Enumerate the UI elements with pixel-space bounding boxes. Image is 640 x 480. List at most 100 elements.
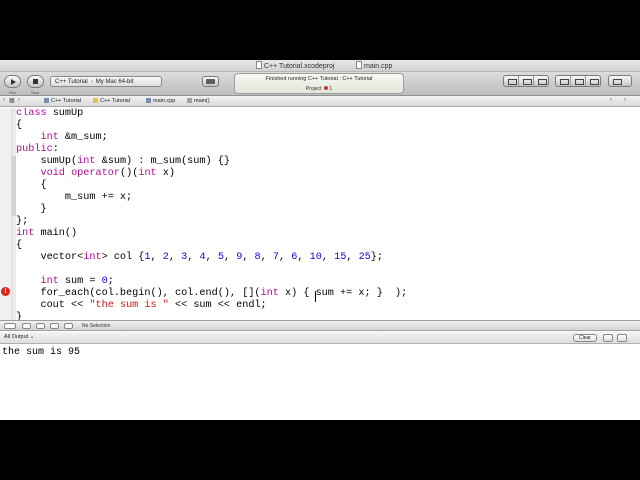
jumpbar-project-label: C++ Tutorial	[51, 98, 81, 104]
console-split-button[interactable]	[603, 334, 613, 342]
code-line[interactable]: int main()	[16, 228, 407, 240]
xcode-window: C++ Tutorial.xcodeproj main.cpp Run Stop…	[0, 60, 640, 420]
version-editor-icon[interactable]	[534, 76, 548, 86]
code-token: ,	[150, 252, 163, 263]
code-token: ,	[279, 252, 292, 263]
window-title-project: C++ Tutorial.xcodeproj	[256, 61, 334, 70]
window-title-project-label: C++ Tutorial.xcodeproj	[264, 63, 335, 70]
view-toggle-segment[interactable]	[555, 75, 601, 87]
code-token: int	[260, 288, 279, 299]
activity-viewer: Finished running C++ Tutorial : C++ Tuto…	[234, 73, 404, 94]
code-token: "the sum is "	[89, 300, 169, 311]
jumpbar-function-label: main()	[194, 98, 210, 104]
code-token: class	[16, 108, 47, 119]
console-output: the sum is 95	[2, 347, 81, 358]
code-line[interactable]: int &m_sum;	[16, 132, 407, 144]
scheme-device: My Mac 64-bit	[95, 79, 134, 85]
code-line[interactable]: {	[16, 180, 407, 192]
code-token: int	[77, 156, 96, 167]
output-filter-select[interactable]: All Output ⌄	[4, 334, 34, 340]
code-line[interactable]: sumUp(int &sum) : m_sum(sum) {}	[16, 156, 407, 168]
source-file-icon	[356, 61, 362, 69]
breakpoints-button[interactable]	[202, 76, 219, 87]
code-token: 25	[358, 252, 371, 263]
code-token: ,	[297, 252, 310, 263]
code-token: };	[16, 216, 29, 227]
function-icon	[187, 98, 192, 103]
scheme-separator-icon: ›	[90, 79, 93, 85]
run-button[interactable]	[4, 75, 21, 88]
step-over-button[interactable]	[50, 323, 59, 329]
grid-icon[interactable]: ▦	[9, 97, 15, 104]
code-token: ,	[223, 252, 237, 263]
console-only-button[interactable]	[617, 334, 627, 342]
navigator-toggle-icon[interactable]	[556, 76, 571, 86]
continue-button[interactable]	[36, 323, 45, 329]
code-line[interactable]: m_sum += x;	[16, 192, 407, 204]
code-line[interactable]: public:	[16, 144, 407, 156]
jumpbar-project[interactable]: C++ Tutorial	[44, 98, 81, 104]
code-line[interactable]: }	[16, 204, 407, 216]
code-token: }	[16, 204, 47, 215]
title-bar: C++ Tutorial.xcodeproj main.cpp	[0, 60, 640, 72]
organizer-button[interactable]	[608, 75, 632, 87]
code-line[interactable]: vector<int> col {1, 2, 3, 4, 5, 9, 8, 7,…	[16, 252, 407, 264]
code-token: {	[16, 240, 23, 251]
assistant-editor-icon[interactable]	[519, 76, 534, 86]
activity-issue-count: 1	[329, 86, 333, 92]
jumpbar-function[interactable]: main()	[187, 98, 210, 104]
code-line[interactable]: {	[16, 240, 407, 252]
debug-bar: No Selection	[0, 320, 640, 331]
code-token: ,	[205, 252, 218, 263]
organizer-icon[interactable]	[609, 76, 631, 86]
back-arrow-icon[interactable]: ‹	[3, 97, 5, 103]
debug-area-toggle-icon[interactable]	[571, 76, 586, 86]
stop-button[interactable]	[27, 75, 44, 88]
code-line[interactable]: for_each(col.begin(), col.end(), [](int …	[16, 288, 407, 300]
code-token: int	[83, 252, 102, 263]
output-filter-label: All Output	[4, 334, 29, 340]
code-token: 10	[309, 252, 322, 263]
code-line[interactable]: cout << "the sum is " << sum << endl;	[16, 300, 407, 312]
code-line[interactable]: void operator()(int x)	[16, 168, 407, 180]
breakpoint-toggle-button[interactable]	[22, 323, 31, 329]
code-token: ,	[187, 252, 200, 263]
jumpbar-group[interactable]: C++ Tutorial	[93, 98, 130, 104]
debug-selection-label: No Selection	[82, 323, 111, 329]
related-files-icon[interactable]: ›	[624, 97, 626, 103]
code-token: }	[16, 312, 23, 320]
code-token: {	[16, 180, 47, 191]
code-line[interactable]: class sumUp	[16, 108, 407, 120]
code-line[interactable]: };	[16, 216, 407, 228]
source-editor[interactable]: ! class sumUp{ int &m_sum; public: sumUp(…	[0, 108, 640, 320]
debug-area-hide-button[interactable]	[4, 323, 16, 329]
code-token: m_sum += x;	[16, 192, 133, 203]
standard-editor-icon[interactable]	[504, 76, 519, 86]
editor-mode-segment[interactable]	[503, 75, 549, 87]
code-line[interactable]	[16, 264, 407, 276]
code-lines[interactable]: class sumUp{ int &m_sum; public: sumUp(in…	[16, 108, 407, 320]
code-token: sum =	[58, 276, 102, 287]
code-line[interactable]: }	[16, 312, 407, 320]
forward-arrow-icon[interactable]: ›	[18, 97, 20, 103]
clear-console-button[interactable]: Clear	[573, 334, 597, 342]
step-into-button[interactable]	[64, 323, 73, 329]
code-token: &m_sum;	[58, 132, 108, 143]
stop-label: Stop	[31, 90, 40, 95]
text-cursor	[315, 291, 316, 302]
code-token: public	[16, 144, 53, 155]
folder-icon	[93, 98, 98, 103]
scheme-selector[interactable]: C++ Tutorial › My Mac 64-bit	[50, 76, 162, 87]
code-token: sumUp(	[16, 156, 78, 167]
utilities-toggle-icon[interactable]	[586, 76, 600, 86]
code-line[interactable]: {	[16, 120, 407, 132]
code-line[interactable]: int sum = 0;	[16, 276, 407, 288]
error-icon[interactable]: !	[1, 287, 10, 296]
console-output-area[interactable]: the sum is 95	[0, 345, 640, 420]
code-token: ()(	[119, 168, 139, 179]
recent-files-icon[interactable]: ‹	[610, 97, 612, 103]
jumpbar-file[interactable]: main.cpp	[146, 98, 175, 104]
code-token: for_each(col.begin(), col.end(), [](	[16, 288, 261, 299]
